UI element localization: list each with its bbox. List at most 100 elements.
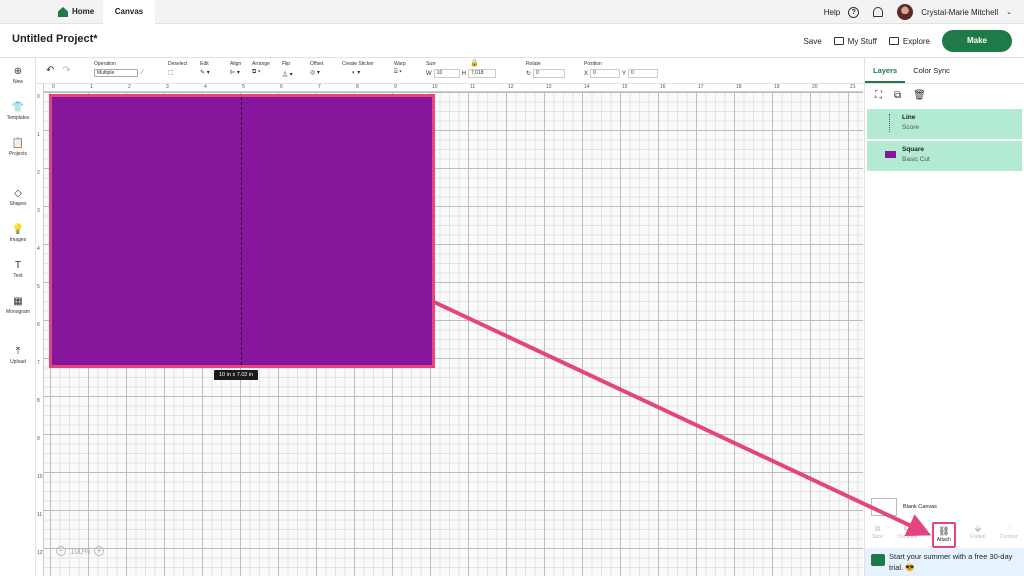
tab-color-sync[interactable]: Color Sync (905, 58, 958, 83)
x-input[interactable]: 0 (590, 69, 621, 78)
lock-icon[interactable]: 🔒 (470, 59, 479, 67)
project-header: Untitled Project* Save My Stuff Explore … (0, 24, 1024, 58)
height-input[interactable]: 7.018 (468, 69, 497, 78)
operation-select[interactable]: Multiple (94, 69, 138, 77)
offset-icon[interactable]: ◎ ▾ (310, 69, 323, 76)
sidebar-item-label: Monogram (6, 309, 30, 315)
attach-button[interactable]: ⛓ Attach (931, 522, 956, 548)
ruler-tick-label: 18 (736, 84, 742, 90)
width-input[interactable]: 10 (433, 69, 460, 78)
sidebar-item-label: New (12, 79, 23, 85)
ruler-tick-label: 21 (850, 84, 856, 90)
sidebar-item-new[interactable]: ⊕ New (0, 66, 36, 85)
square-shape[interactable] (49, 94, 435, 368)
align-icon[interactable]: ⊫ ▾ (230, 69, 241, 76)
sidebar-item-label: Templates (6, 115, 30, 121)
save-button[interactable]: Save (803, 37, 821, 46)
align-group: Align ⊫ ▾ (230, 61, 241, 76)
size-label: Size (426, 61, 436, 67)
ruler-tick-label: 10 (432, 84, 438, 90)
score-line[interactable] (241, 97, 242, 365)
slice-button[interactable]: ⧈ Slice (872, 522, 883, 548)
create-sticker-label: Create Sticker (342, 61, 374, 67)
edit-icon[interactable]: ✎ ▾ (200, 69, 210, 76)
square-swatch-icon (885, 151, 896, 158)
ruler-tick-label: 6 (37, 322, 40, 328)
explore-button[interactable]: Explore (888, 37, 930, 46)
sidebar-item-monogram[interactable]: ▦ Monogram (0, 296, 36, 315)
ruler-tick-label: 6 (280, 84, 283, 90)
page-title[interactable]: Untitled Project* (12, 33, 98, 45)
trial-promo-banner[interactable]: Start your summer with a free 30-day tri… (865, 548, 1024, 576)
help-icon[interactable]: ? (848, 6, 860, 18)
zoom-in-button[interactable]: + (94, 546, 105, 556)
attach-icon: ⛓ (938, 526, 950, 536)
flip-group: Flip ⏅ ▾ (282, 61, 293, 78)
clipboard-icon: 📋 (11, 138, 25, 149)
warp-icon[interactable]: ⌸ ▾ (394, 69, 406, 76)
layers-panel: Layers Color Sync ⛶ ⧉ 🗑 Line Score Squar… (864, 58, 1024, 576)
edit-label: Edit (200, 61, 209, 67)
make-button[interactable]: Make (942, 30, 1012, 52)
layer-line[interactable]: Line Score (867, 109, 1022, 139)
ruler-left: 0 1 2 3 4 5 6 7 8 9 10 11 12 (36, 84, 44, 576)
blank-canvas-row[interactable]: Blank Canvas (871, 498, 937, 516)
tab-canvas-label: Canvas (114, 7, 144, 16)
flip-icon[interactable]: ⏅ ▾ (282, 69, 293, 78)
design-canvas[interactable]: 0 1 2 3 4 5 6 7 8 9 10 11 12 13 14 15 16 17 18 19 20 21 01234… (36, 84, 863, 576)
my-stuff-button[interactable]: My Stuff (833, 37, 877, 46)
layer-name: Line (902, 114, 916, 121)
sidebar-item-label: Images (9, 237, 27, 243)
sticker-icon[interactable]: ◐ ▾ (342, 69, 374, 76)
tab-layers[interactable]: Layers (865, 58, 906, 83)
combine-button[interactable]: ⧉ Combine (897, 522, 917, 548)
contour-button[interactable]: ◌ Contour (1000, 522, 1018, 548)
ruler-tick-label: 20 (812, 84, 818, 90)
arrange-icon[interactable]: ⧉ ▾ (252, 69, 270, 76)
user-name[interactable]: Crystal-Marie Mitchell (921, 8, 998, 17)
shirt-icon: 👕 (11, 102, 25, 113)
sidebar-item-images[interactable]: 💡 Images (0, 224, 36, 243)
edit-toolbar: ↶ ↷ Operation Multiple ⟋ Deselect ⬚ Edit… (36, 58, 863, 84)
sidebar-item-projects[interactable]: 📋 Projects (0, 138, 36, 157)
sidebar-item-label: Shapes (9, 201, 27, 207)
trash-icon[interactable]: 🗑 (913, 90, 926, 101)
shapes-icon: ◇ (14, 188, 22, 199)
undo-icon[interactable]: ↶ (46, 65, 54, 76)
y-input[interactable]: 0 (628, 69, 659, 78)
home-icon (58, 7, 68, 17)
bell-icon[interactable] (873, 7, 884, 17)
help-label[interactable]: Help (824, 8, 840, 17)
ruler-tick-label: 1 (37, 132, 40, 138)
bulb-icon: 💡 (11, 224, 25, 235)
arrange-group: Arrange ⧉ ▾ (252, 61, 270, 76)
sidebar-item-upload[interactable]: ⤒ Upload (0, 346, 36, 365)
panel-tabs: Layers Color Sync (865, 58, 1024, 84)
sidebar-item-templates[interactable]: 👕 Templates (0, 102, 36, 121)
flatten-button[interactable]: ⬙ Flatten (970, 522, 985, 548)
machine-icon (888, 37, 899, 45)
sidebar-item-shapes[interactable]: ◇ Shapes (0, 188, 36, 207)
redo-icon[interactable]: ↷ (62, 65, 70, 76)
avatar[interactable] (897, 4, 914, 20)
warp-label: Warp (394, 61, 406, 67)
chevron-down-icon[interactable]: ⌄ (1006, 8, 1012, 16)
pen-icon[interactable]: ⟋ (140, 70, 144, 77)
ruler-tick-label: 5 (242, 84, 245, 90)
size-group: Size W 10 H 7.018 (426, 61, 497, 78)
sidebar-item-label: Text (13, 273, 23, 279)
tab-home-label: Home (72, 7, 95, 16)
deselect-icon[interactable]: ⬚ (168, 69, 187, 76)
group-icon[interactable]: ⛶ (875, 90, 882, 101)
top-bar: Home Canvas Help ? Crystal-Marie Mitchel… (0, 0, 1024, 24)
tab-canvas[interactable]: Canvas (103, 0, 155, 24)
rotate-input[interactable]: 0 (533, 69, 566, 78)
layer-square[interactable]: Square Basic Cut (867, 141, 1022, 171)
operation-group: Operation Multiple ⟋ (94, 61, 144, 77)
ruler-top: 0 1 2 3 4 5 6 7 8 9 10 11 12 13 14 15 16 17 18 19 20 21 (36, 84, 863, 92)
height-label: H (461, 70, 467, 77)
tab-home[interactable]: Home (56, 0, 94, 24)
sidebar-item-text[interactable]: T Text (0, 260, 36, 279)
zoom-out-button[interactable]: − (56, 546, 66, 556)
duplicate-icon[interactable]: ⧉ (894, 90, 901, 101)
